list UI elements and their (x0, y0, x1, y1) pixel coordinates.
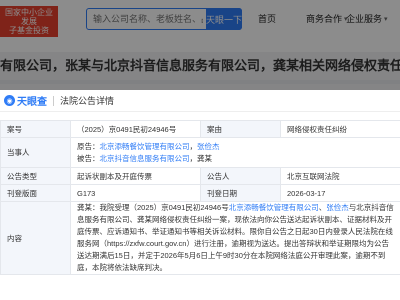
logo-text: 天眼查 (17, 97, 47, 108)
cause-value: 网络侵权责任纠纷 (280, 120, 400, 138)
plaintiff-link-2[interactable]: 张俭杰 (197, 142, 220, 151)
content-label: 内容 (0, 201, 71, 275)
parties-label: 当事人 (0, 137, 71, 168)
parties-value: 原告：北京添畅餐饮管理有限公司，张俭杰 被告：北京抖音信息服务有限公司，龚某 (70, 137, 400, 168)
modal-header: ◉ 天眼查 法院公告详情 (0, 90, 400, 112)
cause-label: 案由 (200, 120, 281, 138)
header-divider (53, 95, 54, 106)
notice-modal: ◉ 天眼查 法院公告详情 案号 （2025）京0491民初24946号 案由 网… (0, 90, 400, 300)
plaintiff-sep: ， (189, 141, 198, 151)
content-link-2[interactable]: 张俭杰 (326, 203, 349, 212)
defendant-link-1[interactable]: 北京抖音信息服务有限公司 (100, 154, 190, 163)
defendant-rest: ，龚某 (189, 153, 213, 163)
detail-table: 案号 （2025）京0491民初24946号 案由 网络侵权责任纠纷 当事人 原… (0, 120, 400, 275)
defendant-line: 被告：北京抖音信息服务有限公司，龚某 (77, 153, 394, 165)
table-row: 当事人 原告：北京添畅餐饮管理有限公司，张俭杰 被告：北京抖音信息服务有限公司，… (0, 137, 400, 168)
notifier-label: 公告人 (200, 167, 281, 185)
layout-label: 刊登版面 (0, 184, 71, 202)
table-row: 案号 （2025）京0491民初24946号 案由 网络侵权责任纠纷 (0, 120, 400, 138)
publish-date-label: 刊登日期 (200, 184, 281, 202)
logo: ◉ 天眼查 (4, 93, 47, 108)
case-no-label: 案号 (0, 120, 71, 138)
notice-type-label: 公告类型 (0, 167, 71, 185)
content-value: 龚某：我院受理（2025）京0491民初24946号北京添畅餐饮管理有限公司、张… (70, 201, 400, 275)
logo-icon: ◉ (4, 95, 15, 106)
layout-value: G173 (70, 184, 201, 202)
notifier-value: 北京互联网法院 (280, 167, 400, 185)
table-row: 刊登版面 G173 刊登日期 2026-03-17 (0, 184, 400, 202)
case-no-value: （2025）京0491民初24946号 (70, 120, 201, 138)
table-row: 内容 龚某：我院受理（2025）京0491民初24946号北京添畅餐饮管理有限公… (0, 201, 400, 275)
content-rest: 司、龚某网络侵权责任纠纷一案，现依法向你公告送达起诉状副本、证据材料及开庭传票、… (77, 215, 393, 272)
plaintiff-line: 原告：北京添畅餐饮管理有限公司，张俭杰 (77, 141, 394, 153)
content-link-1[interactable]: 北京添畅餐饮管理有限公司 (229, 203, 319, 212)
plaintiff-link-1[interactable]: 北京添畅餐饮管理有限公司 (100, 142, 190, 151)
publish-date-value: 2026-03-17 (280, 184, 400, 202)
notice-type-value: 起诉状副本及开庭传票 (70, 167, 201, 185)
table-row: 公告类型 起诉状副本及开庭传票 公告人 北京互联网法院 (0, 167, 400, 185)
content-prefix: 龚某：我院受理（2025）京0491民初24946号 (77, 203, 229, 212)
modal-title: 法院公告详情 (60, 96, 115, 106)
plaintiff-prefix: 原告： (77, 141, 100, 151)
defendant-prefix: 被告： (77, 153, 100, 163)
